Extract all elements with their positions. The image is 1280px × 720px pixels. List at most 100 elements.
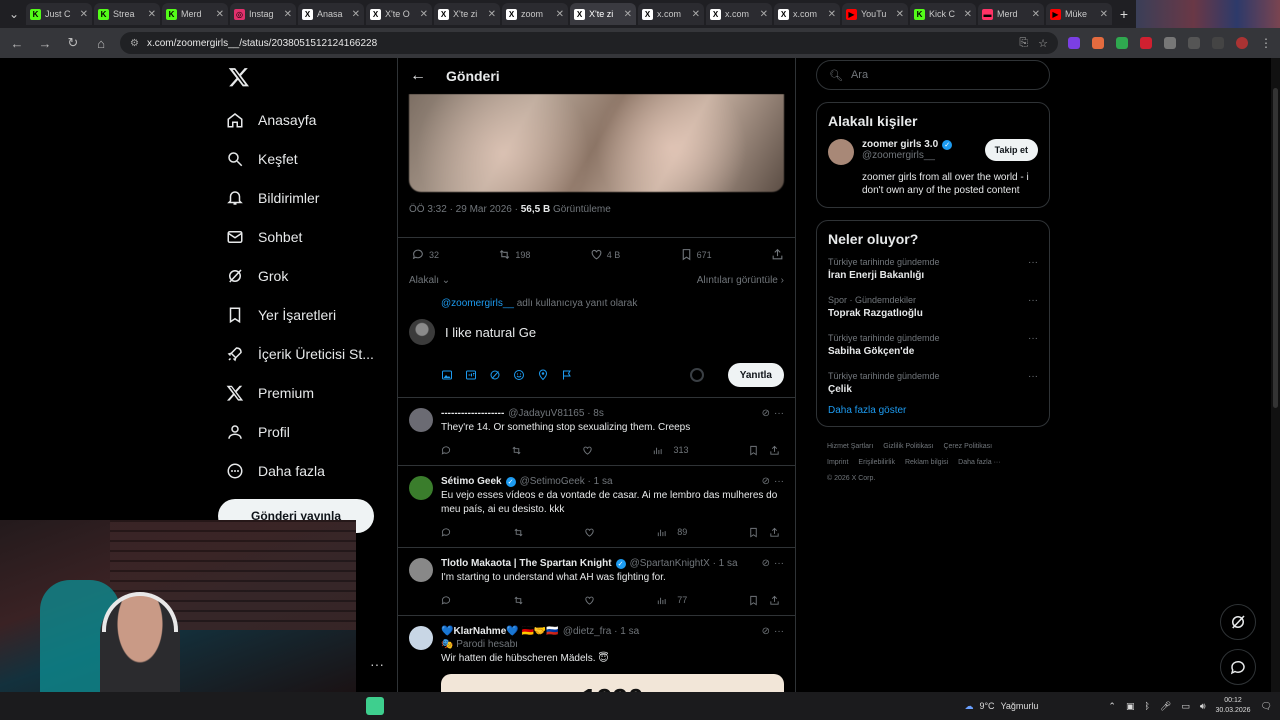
- flag-icon[interactable]: [561, 369, 573, 381]
- reply-avatar[interactable]: [409, 408, 433, 432]
- reply-icon[interactable]: [441, 595, 452, 606]
- grok-icon[interactable]: ⊘: [762, 626, 770, 637]
- tab-close-icon[interactable]: ✕: [624, 9, 632, 20]
- more-options-icon[interactable]: ···: [774, 476, 784, 487]
- bookmark-action[interactable]: 671: [680, 248, 712, 261]
- trend-item[interactable]: Spor · Gündemdekiler Toprak Razgatlıoğlu ·…: [828, 295, 1038, 319]
- weather-widget[interactable]: ☁ 9°C Yağmurlu: [964, 701, 1038, 712]
- reply-author-name[interactable]: 💙KlarNahme💙 🇩🇪🤝🇷🇺: [441, 626, 559, 637]
- footer-link[interactable]: Imprint: [827, 459, 848, 466]
- repost-icon[interactable]: [513, 595, 524, 606]
- tab-close-icon[interactable]: ✕: [148, 9, 156, 20]
- nav-item-grok[interactable]: Grok: [218, 256, 388, 295]
- bookmark-icon[interactable]: [748, 595, 759, 606]
- extension-icon[interactable]: [1164, 37, 1176, 49]
- grok-fab-button[interactable]: [1220, 604, 1256, 640]
- show-more-link[interactable]: Daha fazla göster: [828, 405, 1038, 416]
- media-icon[interactable]: [1212, 37, 1224, 49]
- browser-tab[interactable]: X X'te O ✕: [366, 3, 432, 25]
- taskbar-app-icon[interactable]: [366, 697, 384, 715]
- emoji-icon[interactable]: [513, 369, 525, 381]
- reply-author-name[interactable]: -------------------: [441, 408, 504, 419]
- nav-item-bookmark[interactable]: Yer İşaretleri: [218, 295, 388, 334]
- bookmark-star-icon[interactable]: ☆: [1038, 37, 1048, 50]
- suggested-person[interactable]: zoomer girls 3.0 ✓ @zoomergirls__ Takip e…: [828, 139, 1038, 165]
- sort-dropdown[interactable]: Alakalı ⌄: [409, 275, 450, 286]
- trend-item[interactable]: Türkiye tarihinde gündemde Çelik ···: [828, 371, 1038, 395]
- heart-icon[interactable]: [584, 595, 595, 606]
- nav-item-rocket[interactable]: İçerik Üreticisi St...: [218, 334, 388, 373]
- reply-input[interactable]: I like natural Ge: [445, 325, 536, 340]
- reply-submit-button[interactable]: Yanıtla: [727, 363, 784, 387]
- page-scrollbar[interactable]: [1271, 58, 1280, 692]
- nav-item-more-circle[interactable]: Daha fazla: [218, 451, 388, 490]
- reply-tweet[interactable]: Tlotlo Makaota | The Spartan Knight ✓ @S…: [398, 548, 795, 616]
- browser-tab[interactable]: K Just C ✕: [26, 3, 92, 25]
- browser-tab[interactable]: K Kick C ✕: [910, 3, 976, 25]
- bookmark-icon[interactable]: [748, 445, 759, 456]
- more-options-icon[interactable]: ···: [370, 656, 384, 672]
- tab-close-icon[interactable]: ✕: [352, 9, 360, 20]
- tab-close-icon[interactable]: ✕: [1032, 9, 1040, 20]
- home-browser-icon[interactable]: ⌂: [92, 34, 110, 52]
- tab-search-chevron-icon[interactable]: ⌄: [4, 4, 24, 24]
- back-icon[interactable]: ←: [8, 34, 26, 52]
- more-options-icon[interactable]: ···: [774, 408, 784, 419]
- reply-tweet[interactable]: Sétimo Geek ✓ @SetimoGeek · 1 sa ⊘ ··· E…: [398, 466, 795, 548]
- nav-item-bell[interactable]: Bildirimler: [218, 178, 388, 217]
- footer-link[interactable]: Çerez Politikası: [943, 443, 992, 450]
- browser-tab[interactable]: Xx.com ✕: [638, 3, 704, 25]
- more-options-icon[interactable]: ···: [774, 626, 784, 637]
- trend-item[interactable]: Türkiye tarihinde gündemde Sabiha Gökçen'…: [828, 333, 1038, 357]
- person-avatar[interactable]: [828, 139, 854, 165]
- nav-item-mail[interactable]: Sohbet: [218, 217, 388, 256]
- browser-tab[interactable]: K Strea ✕: [94, 3, 160, 25]
- site-info-icon[interactable]: ⚙: [130, 38, 139, 49]
- browser-tab[interactable]: ◎ Instag ✕: [230, 3, 296, 25]
- nav-item-person[interactable]: Profil: [218, 412, 388, 451]
- heart-icon[interactable]: [584, 527, 595, 538]
- shield-extension-icon[interactable]: [1116, 37, 1128, 49]
- share-action[interactable]: [771, 248, 784, 261]
- repost-icon[interactable]: [511, 445, 522, 456]
- browser-tab[interactable]: ▶ Müke ✕: [1046, 3, 1112, 25]
- nav-item-x[interactable]: Premium: [218, 373, 388, 412]
- browser-tab[interactable]: ▶ YouTu ✕: [842, 3, 908, 25]
- tab-close-icon[interactable]: ✕: [420, 9, 428, 20]
- install-icon[interactable]: ⎘: [1019, 37, 1028, 50]
- forward-icon[interactable]: →: [36, 34, 54, 52]
- messages-fab-button[interactable]: [1220, 649, 1256, 685]
- bluetooth-icon[interactable]: ᛒ: [1144, 701, 1149, 711]
- adblock-icon[interactable]: [1140, 37, 1152, 49]
- follow-button[interactable]: Takip et: [984, 139, 1038, 161]
- reply-author-name[interactable]: Tlotlo Makaota | The Spartan Knight: [441, 558, 612, 569]
- search-input[interactable]: 🔍︎ Ara: [816, 60, 1050, 90]
- puzzle-icon[interactable]: [1188, 37, 1200, 49]
- reply-icon[interactable]: [441, 527, 452, 538]
- reply-avatar[interactable]: [409, 626, 433, 650]
- tab-close-icon[interactable]: ✕: [556, 9, 564, 20]
- browser-tab[interactable]: Xx.com ✕: [774, 3, 840, 25]
- reply-icon[interactable]: [441, 445, 452, 456]
- notification-icon[interactable]: 🗨︎: [1261, 701, 1272, 712]
- nav-item-search[interactable]: Keşfet: [218, 139, 388, 178]
- view-quotes-link[interactable]: Alıntıları görüntüle ›: [697, 275, 784, 286]
- browser-tab[interactable]: K Merd ✕: [162, 3, 228, 25]
- browser-tab[interactable]: Xx.com ✕: [706, 3, 772, 25]
- views-action[interactable]: 77: [656, 595, 687, 606]
- reply-avatar[interactable]: [409, 476, 433, 500]
- grok-icon[interactable]: ⊘: [762, 408, 770, 419]
- footer-link[interactable]: Daha fazla ···: [958, 459, 1000, 466]
- browser-tab[interactable]: X X'te zi ✕: [434, 3, 500, 25]
- share-icon[interactable]: [769, 527, 780, 538]
- views-action[interactable]: 89: [656, 527, 687, 538]
- tab-close-icon[interactable]: ✕: [760, 9, 768, 20]
- tab-close-icon[interactable]: ✕: [692, 9, 700, 20]
- share-icon[interactable]: [769, 595, 780, 606]
- back-arrow-icon[interactable]: ←: [410, 67, 426, 85]
- nav-item-home[interactable]: Anasayfa: [218, 100, 388, 139]
- repost-action[interactable]: 198: [498, 248, 530, 261]
- grok-icon[interactable]: ⊘: [762, 476, 770, 487]
- tweet-timestamp[interactable]: ÖÖ 3:32 · 29 Mar 2026 ·: [409, 204, 521, 215]
- footer-link[interactable]: Hizmet Şartları: [827, 443, 873, 450]
